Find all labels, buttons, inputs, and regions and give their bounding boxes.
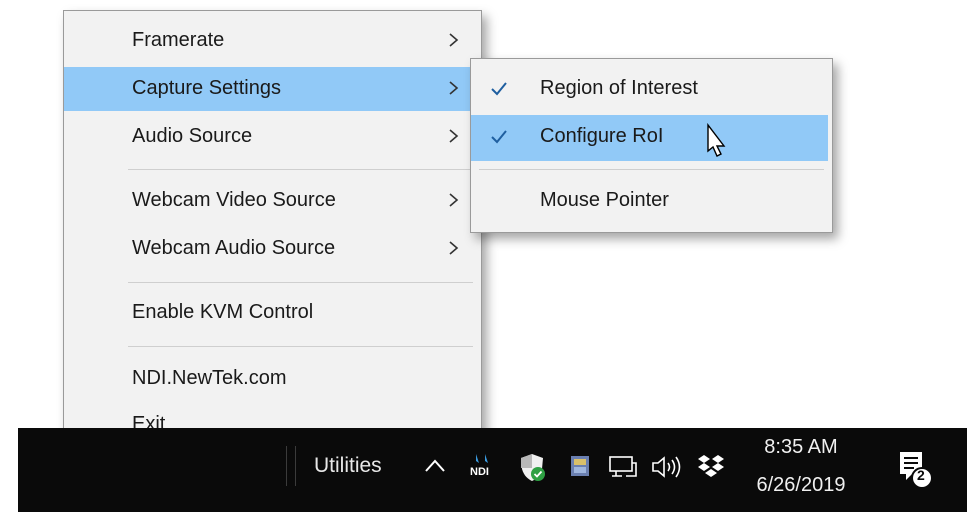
ndi-icon[interactable]: NDI xyxy=(468,452,498,482)
menu-item-capture-settings[interactable]: Capture Settings xyxy=(64,67,481,111)
submenu-arrow-icon xyxy=(447,77,461,99)
menu-item-webcam-audio-source[interactable]: Webcam Audio Source xyxy=(64,227,481,271)
mouse-cursor-icon xyxy=(700,122,730,167)
shield-icon[interactable] xyxy=(518,452,546,482)
menu-item-enable-kvm-control[interactable]: Enable KVM Control xyxy=(64,291,481,335)
checkmark-icon xyxy=(489,127,509,147)
menu-item-label: Webcam Video Source xyxy=(132,189,336,211)
notification-count-badge: 2 xyxy=(917,467,925,483)
checkmark-icon xyxy=(489,79,509,99)
taskbar: Utilities NDI 8:35 AM 6/26/2019 2 xyxy=(18,428,967,512)
chevron-up-icon[interactable] xyxy=(423,454,447,478)
submenu-item-region-of-interest[interactable]: Region of Interest xyxy=(471,67,832,111)
menu-item-label: Webcam Audio Source xyxy=(132,237,336,259)
menu-item-label: Audio Source xyxy=(132,125,253,147)
submenu-arrow-icon xyxy=(447,237,461,259)
app-icon[interactable] xyxy=(568,452,594,480)
menu-divider xyxy=(479,169,824,170)
submenu-item-label: Mouse Pointer xyxy=(540,189,669,211)
capture-settings-submenu: Region of Interest Configure RoI Mouse P… xyxy=(470,58,833,233)
menu-divider xyxy=(128,169,473,170)
menu-divider xyxy=(128,346,473,347)
menu-item-webcam-video-source[interactable]: Webcam Video Source xyxy=(64,179,481,223)
ndi-icon-text: NDI xyxy=(470,466,489,478)
menu-item-label: NDI.NewTek.com xyxy=(132,367,287,389)
menu-item-label: Enable KVM Control xyxy=(132,301,314,323)
submenu-arrow-icon xyxy=(447,189,461,211)
menu-item-label: Capture Settings xyxy=(132,77,281,99)
menu-item-audio-source[interactable]: Audio Source xyxy=(64,115,481,159)
submenu-item-mouse-pointer[interactable]: Mouse Pointer xyxy=(471,179,832,223)
dropbox-icon[interactable] xyxy=(696,452,726,480)
utilities-toolbar-label[interactable]: Utilities xyxy=(314,454,382,478)
toolbar-separator xyxy=(286,446,296,486)
submenu-item-label: Region of Interest xyxy=(540,77,698,99)
submenu-item-configure-roi[interactable]: Configure RoI xyxy=(471,115,828,161)
volume-icon[interactable] xyxy=(650,454,684,480)
clock-date[interactable]: 6/26/2019 xyxy=(746,474,856,497)
context-menu: Framerate Capture Settings Audio Source … xyxy=(63,10,482,457)
menu-item-ndi-newtek-link[interactable]: NDI.NewTek.com xyxy=(64,357,481,401)
clock-time[interactable]: 8:35 AM xyxy=(746,436,856,459)
menu-item-label: Framerate xyxy=(132,29,225,51)
action-center-icon[interactable]: 2 xyxy=(894,448,934,492)
network-icon[interactable] xyxy=(608,454,638,480)
menu-item-framerate[interactable]: Framerate xyxy=(64,19,481,63)
submenu-arrow-icon xyxy=(447,125,461,147)
menu-divider xyxy=(128,282,473,283)
submenu-arrow-icon xyxy=(447,29,461,51)
submenu-item-label: Configure RoI xyxy=(540,125,664,147)
